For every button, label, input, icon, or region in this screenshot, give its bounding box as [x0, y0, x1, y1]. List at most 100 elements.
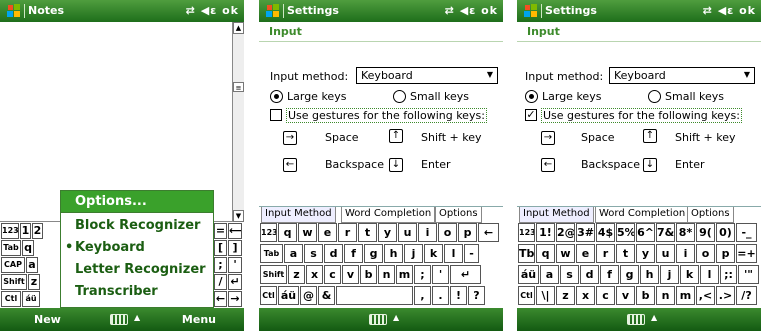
key[interactable]: j	[660, 265, 679, 284]
key[interactable]: z	[556, 286, 575, 305]
key[interactable]: 5%	[616, 223, 635, 242]
key[interactable]: k	[424, 244, 443, 263]
enter-icon[interactable]: ↵	[228, 274, 242, 290]
scrollbar[interactable]: ▲ ≡ ▼	[232, 22, 244, 222]
key[interactable]: 8*	[676, 223, 695, 242]
menu-item-keyboard[interactable]: • Keyboard	[61, 237, 213, 259]
key[interactable]: s	[560, 265, 579, 284]
key[interactable]: y	[636, 244, 655, 263]
key[interactable]: /	[214, 274, 227, 290]
status-icons[interactable]: ⇄ ◀ε ok	[445, 4, 498, 17]
backspace-icon[interactable]: ⟵	[228, 223, 242, 239]
sip-up-icon[interactable]: ▲	[651, 313, 657, 322]
key[interactable]: 9(	[696, 223, 715, 242]
tab-options[interactable]: Options	[435, 207, 482, 223]
menu-item-letter-recognizer[interactable]: Letter Recognizer	[61, 259, 213, 281]
scroll-up-icon[interactable]: ▲	[233, 22, 244, 34]
key[interactable]: \|	[536, 286, 555, 305]
key[interactable]: u	[656, 244, 675, 263]
large-keys-radio[interactable]	[525, 90, 538, 103]
key[interactable]: Tb	[518, 244, 535, 263]
key[interactable]: u	[398, 223, 417, 242]
key[interactable]: j	[404, 244, 423, 263]
key[interactable]: 2	[32, 223, 43, 239]
key[interactable]: x	[306, 265, 323, 284]
key[interactable]: o	[438, 223, 457, 242]
sip-up-icon[interactable]: ▲	[134, 313, 140, 322]
key[interactable]: e	[318, 223, 337, 242]
key[interactable]: l	[700, 265, 719, 284]
right-arrow-icon[interactable]: →	[228, 291, 242, 307]
key[interactable]: i	[418, 223, 437, 242]
key[interactable]: w	[298, 223, 317, 242]
key[interactable]: t	[616, 244, 635, 263]
scroll-thumb[interactable]: ≡	[233, 82, 244, 92]
key[interactable]: x	[576, 286, 595, 305]
tab-input-method[interactable]: Input Method	[261, 207, 336, 223]
key[interactable]: ,<	[696, 286, 715, 305]
key[interactable]: a	[284, 244, 303, 263]
key[interactable]: @	[300, 286, 317, 305]
key[interactable]: r	[338, 223, 357, 242]
menu-item-block-recognizer[interactable]: Block Recognizer	[61, 215, 213, 237]
keyboard-icon[interactable]	[627, 314, 645, 325]
key[interactable]: 123	[260, 223, 277, 242]
scroll-down-icon[interactable]: ▼	[233, 210, 244, 222]
input-method-select[interactable]: Keyboard ▼	[356, 67, 498, 84]
softkey-new[interactable]: New	[34, 313, 61, 326]
key[interactable]: h	[640, 265, 659, 284]
key[interactable]: .>	[716, 286, 735, 305]
status-icons[interactable]: ⇄ ◀ε ok	[703, 4, 756, 17]
key[interactable]: z	[288, 265, 305, 284]
key[interactable]: áü	[518, 265, 539, 284]
key[interactable]: ←	[478, 223, 499, 242]
key[interactable]: Shift	[260, 265, 287, 284]
key[interactable]: 1	[20, 223, 31, 239]
key[interactable]: áü	[22, 291, 40, 307]
key[interactable]: 7&	[656, 223, 675, 242]
key[interactable]: Tab	[1, 240, 21, 256]
key[interactable]: Ctl	[518, 286, 535, 305]
key[interactable]: 0)	[716, 223, 735, 242]
key[interactable]: p	[716, 244, 735, 263]
key[interactable]: t	[358, 223, 377, 242]
key[interactable]: o	[696, 244, 715, 263]
windows-flag-icon[interactable]	[523, 3, 539, 19]
key[interactable]: 123	[1, 223, 19, 239]
key[interactable]: z	[28, 274, 40, 290]
key[interactable]: &	[318, 286, 335, 305]
key[interactable]: l	[444, 244, 463, 263]
key[interactable]: a	[540, 265, 559, 284]
large-keys-radio[interactable]	[270, 90, 283, 103]
key[interactable]: ↵	[450, 265, 481, 284]
key[interactable]: q	[22, 240, 34, 256]
key[interactable]: ;	[414, 265, 431, 284]
key[interactable]: Shift	[1, 274, 27, 290]
key[interactable]: =	[214, 223, 227, 239]
gestures-checkbox[interactable]	[270, 109, 282, 121]
key[interactable]: Ctl	[260, 286, 277, 305]
key[interactable]: f	[600, 265, 619, 284]
keyboard-icon[interactable]	[369, 314, 387, 325]
key[interactable]: '	[228, 257, 242, 273]
key[interactable]: 2@	[556, 223, 575, 242]
key[interactable]: =+	[736, 244, 757, 263]
key[interactable]: -	[464, 244, 479, 263]
key[interactable]: v	[342, 265, 359, 284]
key[interactable]: g	[620, 265, 639, 284]
key[interactable]: [	[214, 240, 227, 256]
key[interactable]: s	[304, 244, 323, 263]
key[interactable]: d	[580, 265, 599, 284]
tab-input-method[interactable]: Input Method	[519, 207, 594, 223]
key[interactable]: h	[384, 244, 403, 263]
key[interactable]: 1!	[536, 223, 555, 242]
key[interactable]: áü	[278, 286, 299, 305]
windows-flag-icon[interactable]	[265, 3, 281, 19]
tab-options[interactable]: Options	[687, 207, 734, 223]
input-method-select[interactable]: Keyboard ▼	[609, 67, 755, 84]
key[interactable]: e	[576, 244, 595, 263]
key[interactable]: d	[324, 244, 343, 263]
key[interactable]: f	[344, 244, 363, 263]
key[interactable]: CAP	[1, 257, 25, 273]
key[interactable]: c	[596, 286, 615, 305]
